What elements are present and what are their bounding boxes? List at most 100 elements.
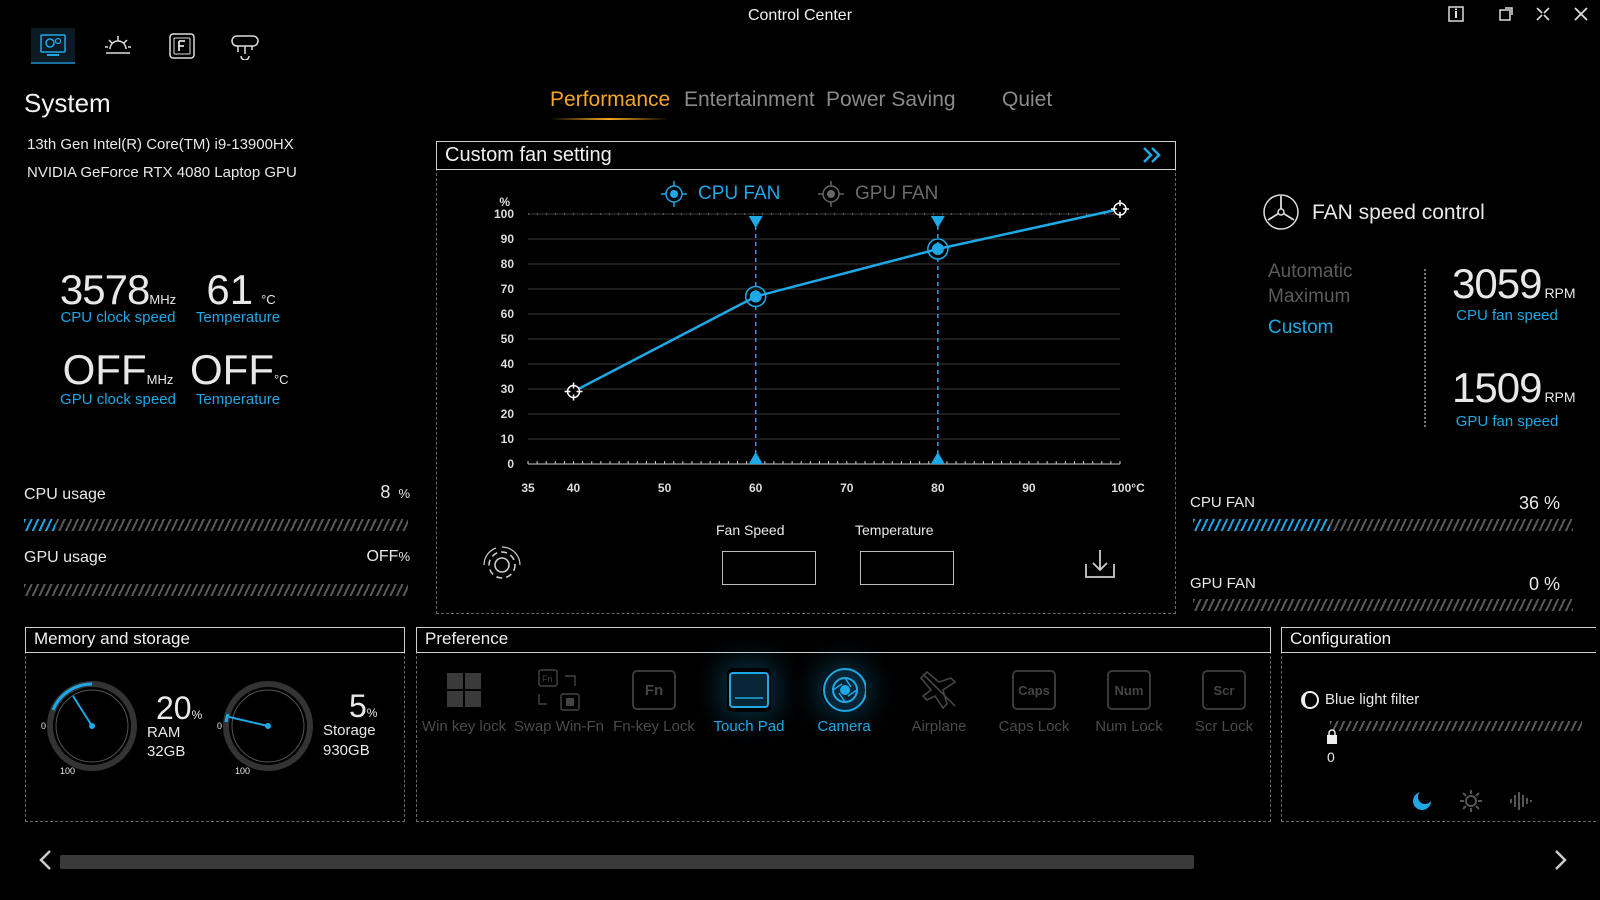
fan-curve-chart[interactable]: 0 10 20 30 40 50 60 70 80 90 100% 35 40 50 60 70 80 90 100… (470, 186, 1170, 496)
pref-num-lock[interactable]: Num Num Lock (1081, 668, 1177, 735)
sun-icon[interactable] (1459, 789, 1483, 818)
swap-icon: Fn (537, 668, 581, 712)
gpu-rpm-label: GPU fan speed (1455, 413, 1559, 430)
cpu-temp-value: 61 (206, 266, 254, 313)
marker-bottom-triangle (748, 452, 763, 464)
cpu-usage-label: CPU usage (24, 486, 106, 503)
x-tick-label: 60 (749, 481, 763, 495)
system-heading: System (24, 88, 111, 118)
close-icon[interactable] (1568, 3, 1594, 25)
storage-percent-unit: % (366, 706, 378, 720)
cpu-usage-value: 8 (380, 482, 391, 502)
ram-label: RAM (147, 724, 181, 741)
cpu-temp-label: Temperature (195, 309, 281, 326)
storage-gauge (223, 681, 313, 771)
pref-win-key-lock[interactable]: Win key lock (416, 668, 512, 735)
download-icon[interactable] (1083, 546, 1117, 585)
temperature-input[interactable] (860, 551, 954, 585)
pref-caps-lock[interactable]: Caps Caps Lock (986, 668, 1082, 735)
moon-icon[interactable] (1411, 790, 1433, 817)
network-icon[interactable] (223, 28, 267, 64)
cpu-clock-value: 3578 (59, 266, 150, 313)
storage-percent: 5 (349, 688, 367, 724)
scr-glyph: Scr (1202, 670, 1246, 710)
fn-key-icon[interactable] (160, 28, 204, 64)
gpu-usage-readout: OFF% (340, 548, 410, 566)
restore-icon[interactable] (1493, 3, 1519, 25)
mode-underline (550, 118, 668, 120)
cpu-usage-bar (24, 519, 408, 531)
fn-glyph: Fn (632, 670, 676, 710)
fan-option-custom[interactable]: Custom (1268, 317, 1333, 339)
pref-swap-win-fn[interactable]: Fn Swap Win-Fn (511, 668, 607, 735)
y-tick-label: 20 (501, 407, 515, 421)
y-tick-label: 40 (501, 357, 515, 371)
blue-light-slider[interactable] (1330, 721, 1582, 731)
pref-touch-pad[interactable]: Touch Pad (701, 668, 797, 735)
scroll-right-chevron-icon[interactable] (1552, 848, 1570, 877)
storage-size: 930GB (323, 742, 370, 759)
gpu-temp-label: Temperature (195, 391, 281, 408)
x-tick-label: 90 (1022, 481, 1036, 495)
info-icon[interactable] (1443, 3, 1469, 25)
pref-label: Caps Lock (998, 718, 1070, 735)
configuration-panel-title: Configuration (1281, 627, 1596, 653)
num-lock-icon: Num (1107, 668, 1151, 712)
settings-gear-icon[interactable] (481, 544, 523, 591)
scroll-left-chevron-icon[interactable] (36, 848, 54, 877)
y-axis-label: % (499, 195, 510, 209)
ram-percent: 20 (156, 690, 192, 726)
storage-percent-readout: 5% (349, 688, 377, 725)
gpu-clock-label: GPU clock speed (60, 391, 176, 408)
pref-scr-lock[interactable]: Scr Scr Lock (1176, 668, 1272, 735)
cpu-rpm-label: CPU fan speed (1456, 307, 1558, 324)
fan-blade-icon (1261, 192, 1301, 237)
gpu-clock-value: OFF (62, 346, 147, 393)
fan-option-automatic[interactable]: Automatic (1268, 261, 1352, 283)
svg-text:Fn: Fn (542, 674, 553, 684)
horizontal-scrollbar[interactable] (60, 855, 1194, 869)
storage-label: Storage (323, 722, 376, 739)
gpu-fan-bar (1193, 599, 1573, 611)
y-tick-label: 70 (501, 282, 515, 296)
cpu-name: 13th Gen Intel(R) Core(TM) i9-13900HX (27, 136, 294, 153)
cpu-fan-fill (1193, 519, 1330, 531)
fan-option-maximum[interactable]: Maximum (1268, 286, 1350, 308)
mode-performance[interactable]: Performance (550, 88, 670, 112)
cpu-rpm-readout: 3059 RPM (1452, 260, 1576, 308)
mode-quiet[interactable]: Quiet (1002, 88, 1052, 112)
caps-glyph: Caps (1012, 670, 1056, 710)
brightness-icon[interactable] (96, 28, 140, 64)
expand-chevron-icon[interactable] (1140, 144, 1164, 171)
blue-light-slider-handle[interactable] (1326, 729, 1338, 750)
pref-camera[interactable]: Camera (796, 668, 892, 735)
gpu-usage-bar (24, 584, 408, 596)
storage-gauge-min: 0 (217, 721, 223, 731)
ram-gauge-max: 100 (60, 766, 76, 776)
gpu-usage-value: OFF (366, 548, 399, 565)
pref-label: Win key lock (421, 718, 507, 735)
pref-airplane[interactable]: Airplane (891, 668, 987, 735)
gpu-temp-readout: OFF°C (190, 346, 289, 394)
y-tick-label: 60 (501, 307, 515, 321)
ram-gauge-min: 0 (41, 721, 47, 731)
cpu-fan-bar-label: CPU FAN (1190, 494, 1256, 511)
pref-label: Num Lock (1095, 718, 1163, 735)
mode-entertainment[interactable]: Entertainment (684, 88, 815, 112)
gpu-clock-readout: OFFMHz (56, 346, 180, 394)
configuration-title-text: Configuration (1290, 629, 1392, 648)
marker-top-triangle (748, 216, 763, 228)
fan-speed-input[interactable] (722, 551, 816, 585)
sound-wave-icon[interactable] (1508, 790, 1534, 817)
gear-monitor-icon[interactable] (31, 28, 75, 64)
shrink-icon[interactable] (1530, 3, 1556, 25)
pref-fn-key-lock[interactable]: Fn Fn-key Lock (606, 668, 702, 735)
y-tick-label: 90 (501, 232, 515, 246)
memory-panel-title: Memory and storage (25, 627, 405, 653)
gpu-rpm-unit: RPM (1544, 389, 1576, 405)
pref-label: Swap Win-Fn (513, 718, 605, 735)
mode-power-saving[interactable]: Power Saving (826, 88, 956, 112)
curve-point (749, 290, 762, 303)
fn-lock-icon: Fn (632, 668, 676, 712)
pref-label: Camera (817, 718, 871, 735)
